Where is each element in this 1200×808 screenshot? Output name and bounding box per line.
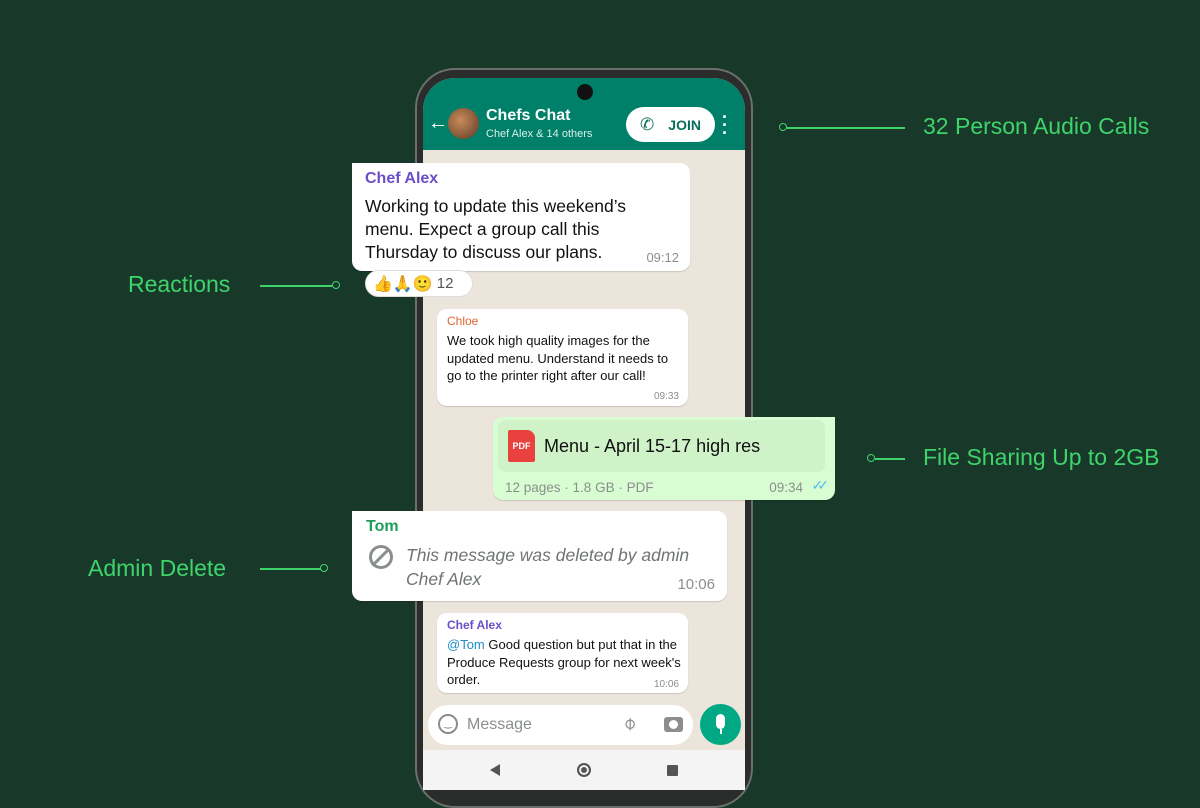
annotation-dot — [332, 281, 340, 289]
message-time: 09:33 — [653, 391, 679, 402]
message-text: @Tom Good question but put that in the P… — [447, 636, 685, 689]
more-options-icon[interactable]: · · · — [722, 108, 728, 142]
sender-name: Chef Alex — [447, 618, 502, 632]
emoji-icon[interactable]: ‿ — [438, 714, 458, 734]
sender-name: Tom — [366, 518, 399, 535]
message-text: We took high quality images for the upda… — [447, 333, 669, 383]
sender-name: Chef Alex — [365, 170, 439, 187]
attach-icon[interactable]: ⌀ — [618, 712, 641, 735]
message-bubble[interactable]: Chef Alex Working to update this weekend… — [352, 163, 690, 271]
reaction-emojis: 👍🙏🙂 — [373, 275, 433, 293]
read-receipt-icon: ✓✓ — [811, 477, 830, 493]
nav-back-icon[interactable] — [490, 764, 500, 776]
reaction-count: 12 — [436, 275, 454, 292]
chat-subtitle: Chef Alex & 14 others — [486, 128, 593, 140]
message-input-bar[interactable]: ‿ Message ⌀ — [428, 705, 693, 745]
message-bubble[interactable]: Tom This message was deleted by admin Ch… — [352, 511, 727, 601]
annotation-reactions: Reactions — [128, 271, 231, 297]
annotation-line — [875, 458, 905, 460]
android-nav-bar — [423, 750, 745, 790]
mention-link[interactable]: @Tom — [447, 637, 485, 652]
file-message-bubble[interactable]: PDF Menu - April 15-17 high res 12 pages… — [493, 417, 835, 500]
annotation-admin-delete: Admin Delete — [88, 555, 227, 581]
file-name: Menu - April 15-17 high res — [544, 436, 761, 456]
file-attachment[interactable]: PDF Menu - April 15-17 high res — [498, 420, 825, 472]
file-meta: 12 pages · 1.8 GB · PDF — [505, 480, 654, 495]
phone-icon: ✆ — [640, 114, 655, 134]
mic-icon — [716, 714, 725, 729]
join-call-button[interactable]: ✆ JOIN — [626, 107, 715, 142]
camera-button-icon[interactable] — [664, 717, 683, 732]
nav-recents-icon[interactable] — [667, 765, 678, 776]
message-time: 09:34 — [769, 480, 803, 495]
annotation-audio-calls: 32 Person Audio Calls — [923, 113, 1150, 139]
annotation-dot — [779, 123, 787, 131]
voice-message-button[interactable] — [700, 704, 741, 745]
chat-header: ← Chefs Chat Chef Alex & 14 others ✆ JOI… — [423, 78, 745, 150]
message-time: 09:12 — [646, 250, 679, 265]
nav-home-icon[interactable] — [577, 763, 591, 777]
chat-title[interactable]: Chefs Chat — [486, 107, 570, 125]
camera-icon — [577, 84, 593, 100]
reactions-pill[interactable]: 👍🙏🙂 12 — [365, 270, 473, 297]
group-avatar[interactable] — [448, 108, 479, 139]
annotation-dot — [320, 564, 328, 572]
annotation-file-sharing: File Sharing Up to 2GB — [923, 444, 1160, 470]
deleted-icon — [369, 545, 393, 569]
message-time: 10:06 — [677, 576, 715, 593]
back-arrow-icon[interactable]: ← — [428, 112, 448, 135]
message-input[interactable]: Message — [467, 716, 532, 734]
annotation-line — [260, 568, 322, 570]
join-label: JOIN — [668, 116, 701, 133]
annotation-line — [787, 127, 905, 129]
message-bubble[interactable]: Chloe We took high quality images for th… — [437, 309, 688, 406]
annotation-line — [260, 285, 332, 287]
sender-name: Chloe — [447, 314, 479, 328]
message-text: Working to update this weekend’s menu. E… — [365, 196, 627, 262]
message-bubble[interactable]: Chef Alex @Tom Good question but put tha… — [437, 613, 688, 693]
pdf-icon: PDF — [508, 430, 535, 462]
message-text: This message was deleted by admin Chef A… — [406, 545, 690, 589]
message-time: 10:06 — [653, 679, 679, 690]
annotation-dot — [867, 454, 875, 462]
